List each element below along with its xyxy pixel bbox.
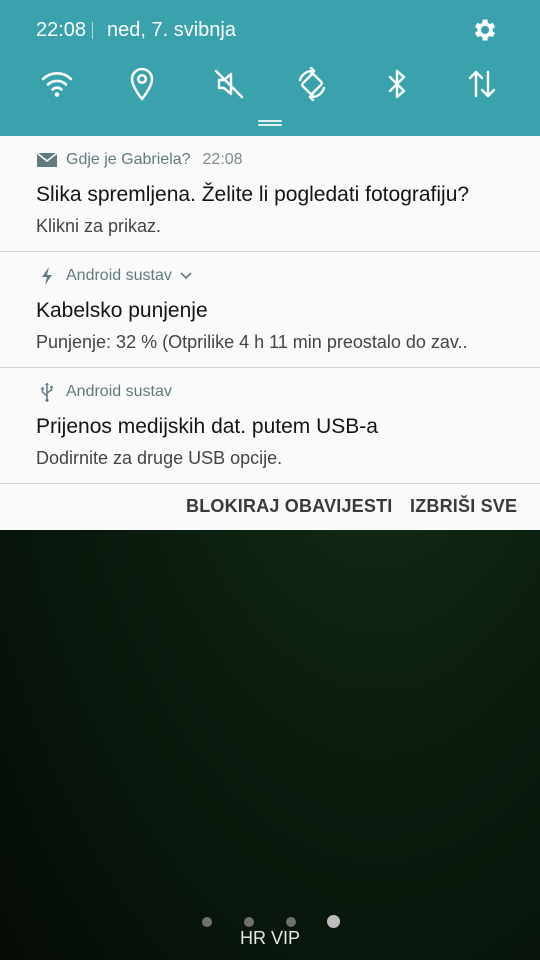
notification-title: Kabelsko punjenje <box>36 299 208 322</box>
page-dot[interactable] <box>202 917 212 927</box>
notification-body: Punjenje: 32 % (Otprilike 4 h 11 min pre… <box>36 332 468 352</box>
notification-card[interactable]: Gdje je Gabriela? 22:08 Slika spremljena… <box>0 136 540 252</box>
date: ned, 7. svibnja <box>107 19 236 41</box>
clock: 22:08 <box>36 19 87 41</box>
sound-muted-icon[interactable] <box>207 62 251 106</box>
quick-settings-panel: 22:08 ned, 7. svibnja <box>0 0 540 136</box>
notification-header: Android sustav <box>36 266 192 286</box>
notification-title: Slika spremljena. Želite li pogledati fo… <box>36 183 470 206</box>
usb-icon <box>36 382 58 402</box>
drag-handle[interactable] <box>258 120 282 126</box>
notification-card[interactable]: Android sustav Kabelsko punjenje Punjenj… <box>0 252 540 368</box>
notification-app-name: Android sustav <box>66 383 172 400</box>
envelope-icon <box>36 150 58 170</box>
auto-rotate-icon[interactable] <box>290 62 334 106</box>
page-dot[interactable] <box>286 917 296 927</box>
block-notifications-button[interactable]: BLOKIRAJ OBAVIJESTI <box>186 496 393 517</box>
notification-card[interactable]: Android sustav Prijenos medijskih dat. p… <box>0 368 540 484</box>
notification-app-name: Android sustav <box>66 267 172 284</box>
notification-body: Klikni za prikaz. <box>36 216 162 236</box>
status-row: 22:08 ned, 7. svibnja <box>0 0 540 60</box>
notification-time: 22:08 <box>202 151 243 168</box>
notification-actions: BLOKIRAJ OBAVIJESTI IZBRIŠI SVE <box>0 484 540 530</box>
clear-all-button[interactable]: IZBRIŠI SVE <box>410 496 517 517</box>
wifi-icon[interactable] <box>35 62 79 106</box>
bluetooth-icon[interactable] <box>375 62 419 106</box>
mobile-data-icon[interactable] <box>460 62 504 106</box>
settings-gear-icon[interactable] <box>470 16 498 44</box>
chevron-down-icon[interactable] <box>180 267 192 285</box>
notification-panel: Gdje je Gabriela? 22:08 Slika spremljena… <box>0 136 540 530</box>
page-dot-active[interactable] <box>327 915 340 928</box>
location-icon[interactable] <box>120 62 164 106</box>
notification-body: Dodirnite za druge USB opcije. <box>36 448 283 468</box>
divider <box>92 22 93 39</box>
notification-header: Gdje je Gabriela? 22:08 <box>36 150 243 170</box>
charging-bolt-icon <box>36 266 58 286</box>
notification-app-name: Gdje je Gabriela? <box>66 151 191 168</box>
notification-title: Prijenos medijskih dat. putem USB-a <box>36 415 378 438</box>
page-dot[interactable] <box>244 917 254 927</box>
notification-header: Android sustav <box>36 382 172 402</box>
quick-toggles-row <box>0 62 540 106</box>
carrier-label: HR VIP <box>239 928 300 948</box>
